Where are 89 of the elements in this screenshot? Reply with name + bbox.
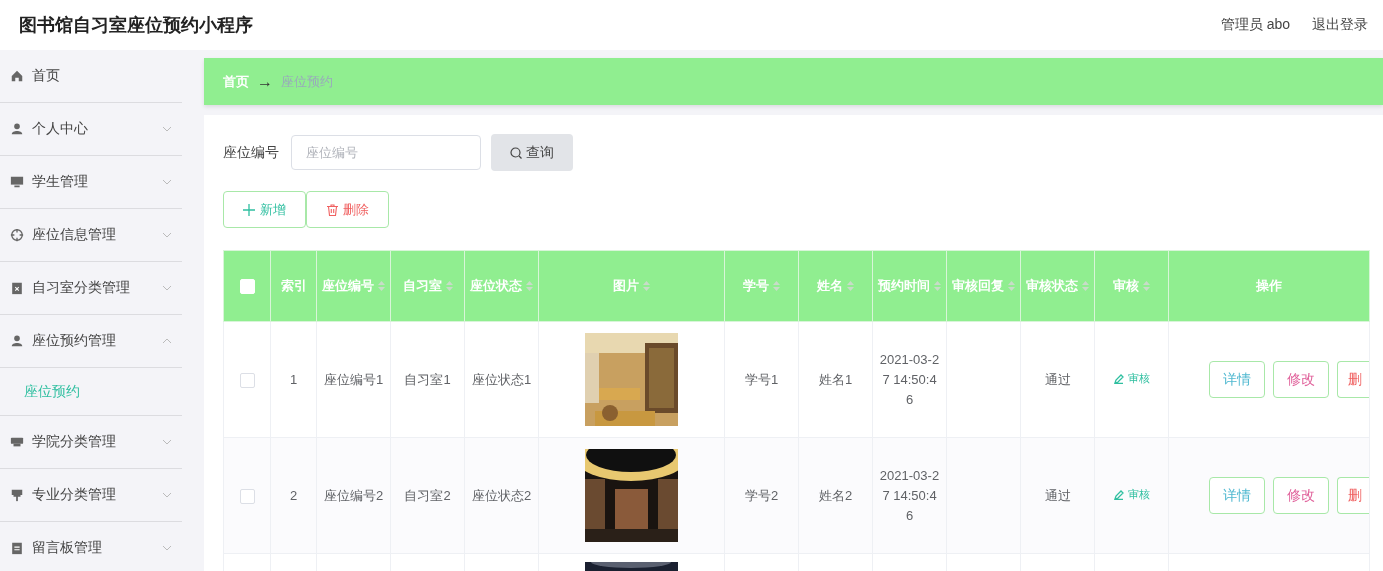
menu-item-icon — [10, 122, 24, 136]
menu-item-icon — [10, 281, 24, 295]
table-cell: 自习室2 — [404, 487, 451, 503]
column-title: 座位编号 — [322, 277, 374, 295]
edit-button[interactable]: 修改 — [1273, 477, 1329, 514]
sort-icon[interactable] — [1008, 281, 1015, 291]
table-cell: 姓名2 — [818, 487, 853, 503]
chevron-icon[interactable] — [162, 126, 172, 132]
column-title: 索引 — [280, 277, 307, 295]
table-cell: 座位状态2 — [471, 487, 532, 503]
review-button[interactable]: 审核 — [1113, 371, 1150, 386]
sort-icon[interactable] — [847, 281, 854, 291]
sidebar-item[interactable]: 留言板管理 — [0, 522, 182, 571]
breadcrumb-current: 座位预约 — [281, 72, 333, 91]
menu-item-icon — [10, 69, 24, 83]
chevron-icon[interactable] — [162, 492, 172, 498]
column-title: 审核 — [1113, 277, 1139, 295]
add-button[interactable]: 新增 — [223, 191, 306, 228]
select-all-checkbox[interactable] — [239, 279, 255, 295]
detail-button[interactable]: 详情 — [1209, 361, 1265, 398]
review-button[interactable]: 审核 — [1113, 487, 1150, 502]
menu-item-icon — [10, 334, 24, 348]
menu-item-icon — [10, 435, 24, 449]
column-title: 审核回复 — [952, 277, 1004, 295]
sidebar-item[interactable]: 自习室分类管理 — [0, 262, 182, 315]
app-title: 图书馆自习室座位预约小程序 — [19, 14, 254, 37]
table-cell: 学号2 — [744, 487, 779, 503]
breadcrumb-arrow: → — [257, 72, 273, 91]
search-button[interactable]: 查询 — [491, 134, 573, 171]
row-checkbox[interactable] — [239, 488, 255, 504]
sidebar-item[interactable]: 专业分类管理 — [0, 469, 182, 522]
chevron-icon[interactable] — [162, 439, 172, 445]
table-cell: 座位编号2 — [323, 487, 384, 503]
sidebar-item[interactable]: 学院分类管理 — [0, 416, 182, 469]
table-cell: 2 — [289, 487, 298, 503]
logout-link[interactable]: 退出登录 — [1312, 16, 1368, 34]
sort-icon[interactable] — [1082, 281, 1089, 291]
sidebar-item[interactable]: 首页 — [0, 50, 182, 103]
search-field[interactable]: 座位编号 — [291, 135, 481, 170]
column-title: 座位状态 — [470, 277, 522, 295]
chevron-icon[interactable] — [162, 179, 172, 185]
pencil-icon — [1113, 489, 1124, 500]
sidebar-item[interactable]: 个人中心 — [0, 103, 182, 156]
column-title: 图片 — [613, 277, 639, 295]
search-icon — [510, 146, 522, 159]
search-label: 座位编号 — [223, 143, 279, 162]
column-title: 审核状态 — [1026, 277, 1078, 295]
table-cell: 座位编号1 — [323, 371, 384, 387]
admin-label: 管理员 abo — [1220, 16, 1290, 34]
sidebar-item[interactable]: 座位信息管理 — [0, 209, 182, 262]
row-checkbox[interactable] — [239, 372, 255, 388]
table-cell: 自习室1 — [404, 371, 451, 387]
sort-icon[interactable] — [643, 281, 650, 291]
sort-icon[interactable] — [773, 281, 780, 291]
column-title: 学号 — [743, 277, 769, 295]
menu-item-icon — [10, 228, 24, 242]
sort-icon[interactable] — [1143, 281, 1150, 291]
plus-icon — [243, 203, 255, 216]
table-cell: 学号1 — [744, 371, 779, 387]
table-cell: 2021-03-27 14:50:46 — [879, 467, 940, 523]
column-title: 姓名 — [817, 277, 843, 295]
sort-icon[interactable] — [934, 281, 941, 291]
sidebar-item[interactable]: 学生管理 — [0, 156, 182, 209]
column-title: 自习室 — [402, 277, 442, 295]
sort-icon[interactable] — [526, 281, 533, 291]
edit-button[interactable]: 修改 — [1273, 361, 1329, 398]
menu-item-icon — [10, 541, 24, 555]
delete-button[interactable]: 删 — [1337, 477, 1369, 514]
pencil-icon — [1113, 373, 1124, 384]
column-title: 预约时间 — [878, 277, 930, 295]
column-title: 操作 — [1256, 277, 1282, 295]
table-cell: 通过 — [1044, 487, 1071, 503]
chevron-icon[interactable] — [162, 338, 172, 344]
table-cell: 座位状态1 — [471, 371, 532, 387]
chevron-icon[interactable] — [162, 545, 172, 551]
chevron-icon[interactable] — [162, 285, 172, 291]
delete-button[interactable]: 删除 — [306, 191, 389, 228]
chevron-icon[interactable] — [162, 232, 172, 238]
trash-icon — [326, 203, 338, 216]
detail-button[interactable]: 详情 — [1209, 477, 1265, 514]
menu-item-icon — [10, 488, 24, 502]
sort-icon[interactable] — [378, 281, 385, 291]
sort-icon[interactable] — [445, 281, 453, 291]
table-cell: 2021-03-27 14:50:46 — [879, 351, 940, 407]
table-cell: 姓名1 — [818, 371, 853, 387]
delete-button[interactable]: 删 — [1337, 361, 1369, 398]
table-cell: 通过 — [1044, 371, 1071, 387]
menu-item-icon — [10, 175, 24, 189]
table-cell: 1 — [289, 371, 298, 387]
